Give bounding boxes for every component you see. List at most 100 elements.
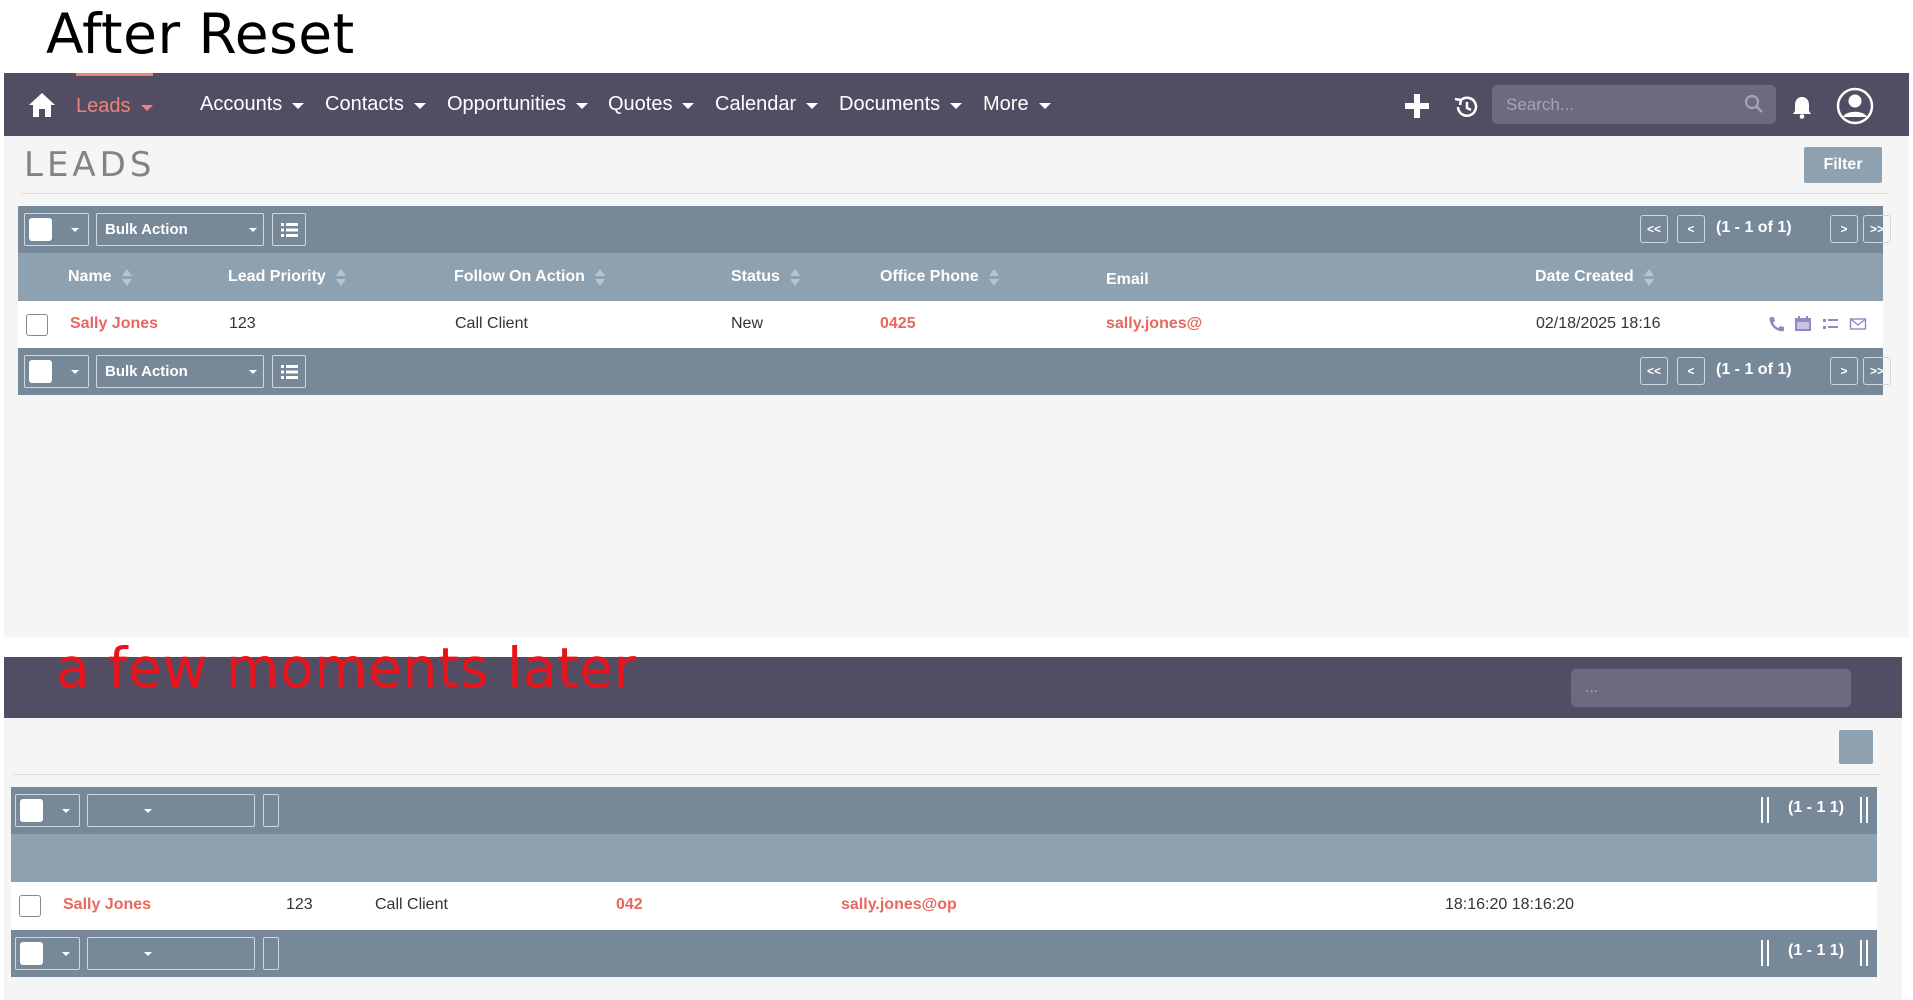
- select-all-dropdown[interactable]: [24, 213, 89, 246]
- office-phone-link[interactable]: 0425: [880, 315, 916, 333]
- home-icon[interactable]: [28, 92, 56, 118]
- next-page-button[interactable]: [1860, 797, 1868, 823]
- page-title: LEADS: [24, 145, 156, 185]
- column-header-date-created[interactable]: Date Created: [1535, 253, 1654, 301]
- nav-tab-contacts[interactable]: Contacts: [325, 73, 426, 136]
- prev-page-button[interactable]: [1761, 797, 1769, 823]
- nav-tab-calendar[interactable]: Calendar: [715, 73, 819, 136]
- nav-tab-label: Contacts: [325, 93, 404, 115]
- pagination-text: (1 - 1 of 1): [1716, 361, 1792, 378]
- sort-icon: [789, 267, 800, 287]
- first-page-button[interactable]: <<: [1640, 215, 1668, 243]
- select-all-checkbox[interactable]: [20, 942, 43, 965]
- chevron-down-icon: [413, 103, 426, 109]
- bulk-action-dropdown[interactable]: Bulk Action: [96, 355, 264, 388]
- column-header-email: Email: [1106, 256, 1149, 304]
- next-page-button[interactable]: >: [1830, 357, 1858, 385]
- nav-tab-more[interactable]: More: [983, 73, 1051, 136]
- row-checkbox[interactable]: [19, 895, 41, 917]
- nav-tab-accounts[interactable]: Accounts: [200, 73, 305, 136]
- select-all-checkbox[interactable]: [29, 360, 52, 383]
- prev-page-button[interactable]: <: [1677, 215, 1705, 243]
- sort-icon: [121, 267, 132, 287]
- envelope-icon[interactable]: [1849, 316, 1867, 332]
- global-search[interactable]: [1492, 85, 1776, 124]
- column-chooser-button[interactable]: [263, 937, 279, 970]
- select-all-dropdown[interactable]: [15, 794, 80, 827]
- filter-button[interactable]: Filter: [1804, 147, 1882, 183]
- chevron-down-icon: [249, 370, 257, 374]
- column-header-lead-priority[interactable]: Lead Priority: [228, 253, 346, 301]
- nav-tab-leads[interactable]: Leads: [76, 73, 153, 136]
- divider: [22, 193, 1887, 194]
- nav-tab-documents[interactable]: Documents: [839, 73, 963, 136]
- user-avatar-icon[interactable]: [1836, 87, 1874, 125]
- list-toolbar-top: (1 - 1 1): [11, 787, 1877, 834]
- nav-tab-label: Opportunities: [447, 93, 566, 115]
- divider: [14, 774, 1880, 775]
- search-input[interactable]: [1506, 85, 1726, 124]
- nav-tab-label: Documents: [839, 93, 941, 115]
- lead-name-link[interactable]: Sally Jones: [70, 315, 158, 333]
- last-page-button[interactable]: >>: [1863, 357, 1891, 385]
- bulk-action-dropdown[interactable]: [87, 794, 255, 827]
- prev-page-button[interactable]: [1761, 940, 1769, 966]
- chevron-down-icon: [71, 370, 79, 374]
- date-created: 02/18/2025 18:16: [1536, 315, 1661, 332]
- select-all-dropdown[interactable]: [15, 937, 80, 970]
- bell-icon[interactable]: [1790, 95, 1814, 119]
- next-page-button[interactable]: [1860, 940, 1868, 966]
- chevron-down-icon: [806, 103, 819, 109]
- select-all-dropdown[interactable]: [24, 355, 89, 388]
- phone-icon[interactable]: [1768, 316, 1786, 332]
- column-header-name[interactable]: Name: [68, 253, 132, 301]
- office-phone-link[interactable]: 042: [616, 896, 643, 914]
- history-icon[interactable]: [1452, 93, 1480, 121]
- lead-status: New: [731, 315, 764, 332]
- email-link[interactable]: sally.jones@: [1106, 315, 1202, 333]
- follow-on-action: Call Client: [375, 896, 448, 913]
- column-header-label: Lead Priority: [228, 268, 326, 285]
- column-header-office-phone[interactable]: Office Phone: [880, 253, 999, 301]
- select-all-checkbox[interactable]: [29, 218, 52, 241]
- column-chooser-button[interactable]: [272, 213, 306, 246]
- calendar-icon[interactable]: [1794, 316, 1812, 332]
- chevron-down-icon: [682, 103, 695, 109]
- next-page-button[interactable]: >: [1830, 215, 1858, 243]
- plus-icon[interactable]: [1404, 93, 1430, 119]
- chevron-down-icon: [144, 809, 152, 813]
- prev-page-button[interactable]: <: [1677, 357, 1705, 385]
- table-header: Name Lead Priority Follow On Action Stat…: [18, 253, 1883, 301]
- nav-tab-quotes[interactable]: Quotes: [608, 73, 695, 136]
- first-page-button[interactable]: <<: [1640, 357, 1668, 385]
- column-header-status[interactable]: Status: [731, 253, 800, 301]
- list-icon: [281, 365, 298, 379]
- column-chooser-button[interactable]: [263, 794, 279, 827]
- list-toolbar-bottom: Bulk Action << < (1 - 1 of 1) > >>: [18, 348, 1891, 395]
- sort-icon: [988, 267, 999, 287]
- column-chooser-button[interactable]: [272, 355, 306, 388]
- list-icon[interactable]: [1822, 316, 1840, 332]
- bulk-action-dropdown[interactable]: Bulk Action: [96, 213, 264, 246]
- global-search[interactable]: [1571, 669, 1851, 707]
- email-link[interactable]: sally.jones@op: [841, 896, 957, 914]
- search-input[interactable]: [1585, 669, 1825, 707]
- lead-priority: 123: [229, 315, 256, 332]
- top-navbar: Leads Accounts Contacts Opportunities Qu…: [4, 73, 1909, 136]
- table-row: Sally Jones 123 Call Client New 0425 sal…: [18, 301, 1883, 348]
- row-checkbox[interactable]: [26, 314, 48, 336]
- column-header-label: Date Created: [1535, 268, 1634, 285]
- screenshot-few-moments-later: (1 - 1 1) Sally Jones 123 Call Client 04…: [4, 657, 1902, 1000]
- chevron-down-icon: [575, 103, 588, 109]
- chevron-down-icon: [292, 103, 305, 109]
- search-icon[interactable]: [1744, 94, 1764, 114]
- bulk-action-dropdown[interactable]: [87, 937, 255, 970]
- select-all-checkbox[interactable]: [20, 799, 43, 822]
- column-header-follow-on-action[interactable]: Follow On Action: [454, 253, 605, 301]
- pagination-text: (1 - 1 of 1): [1716, 219, 1792, 236]
- lead-name-link[interactable]: Sally Jones: [63, 896, 151, 914]
- filter-button[interactable]: [1839, 730, 1873, 764]
- nav-tab-label: Calendar: [715, 93, 797, 115]
- last-page-button[interactable]: >>: [1863, 215, 1891, 243]
- nav-tab-opportunities[interactable]: Opportunities: [447, 73, 588, 136]
